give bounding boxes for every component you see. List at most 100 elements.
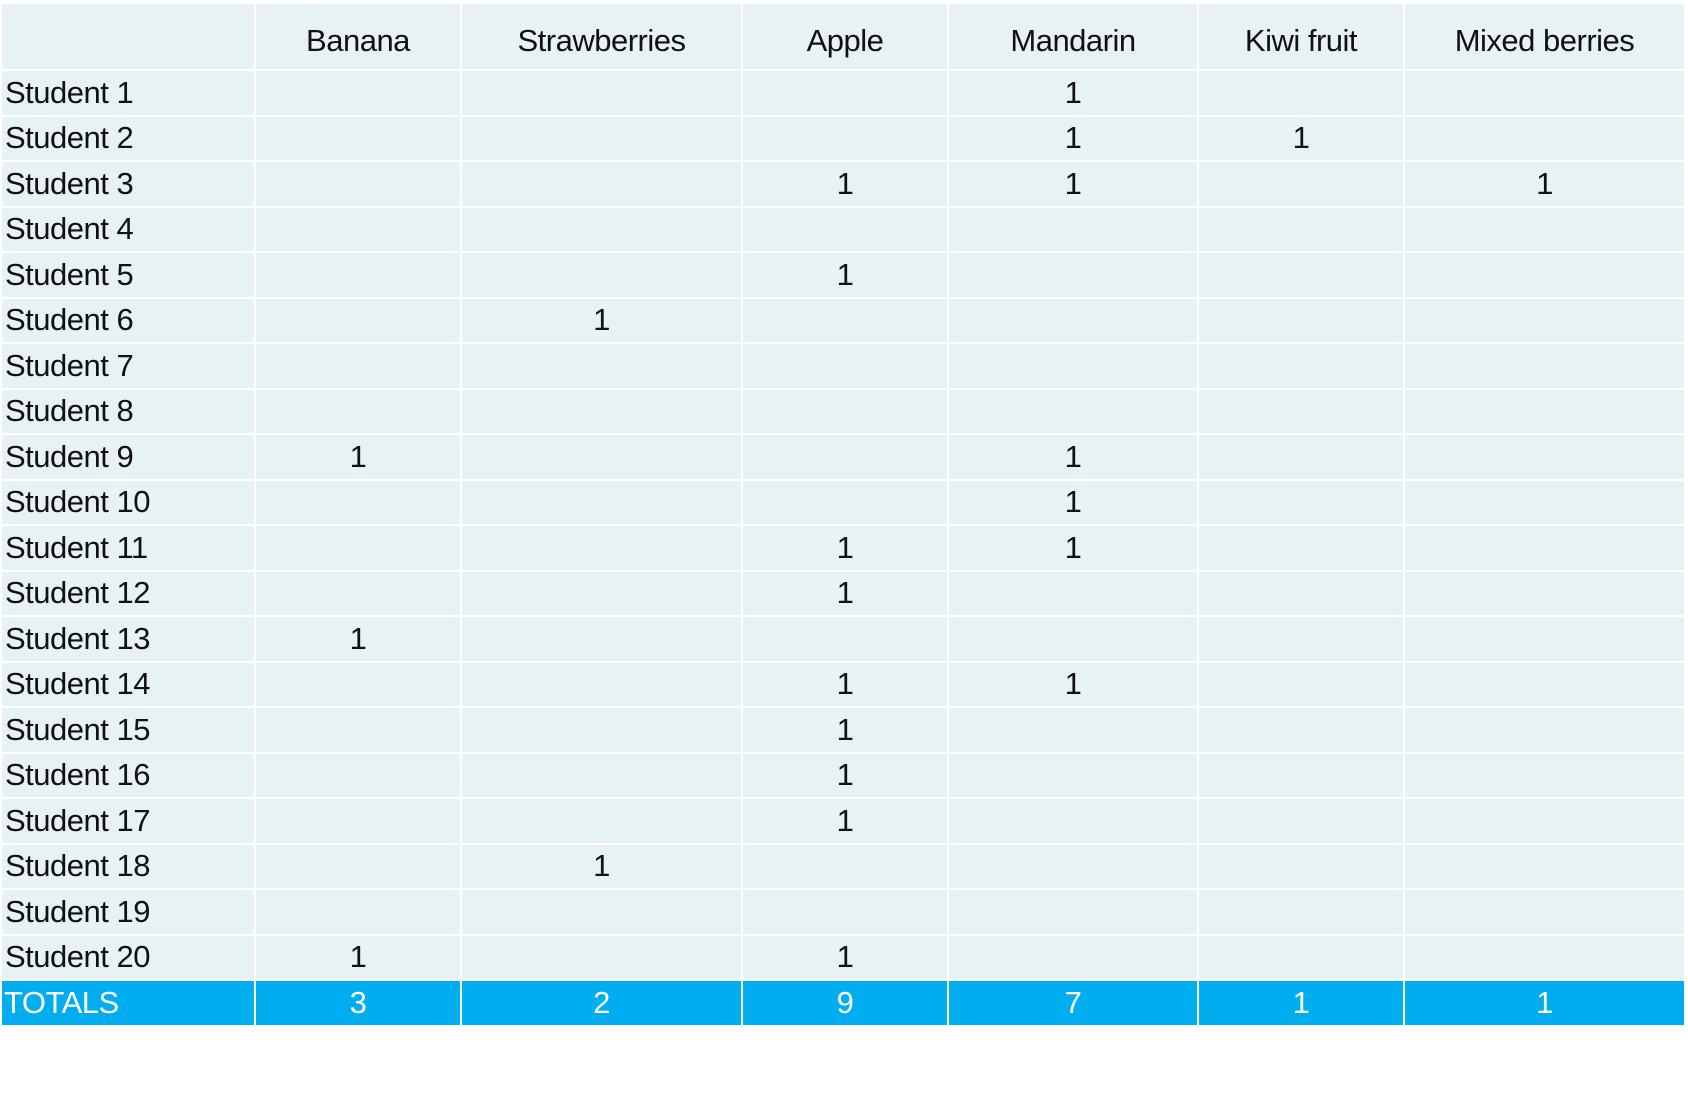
table-row: Student 4 bbox=[1, 207, 1685, 253]
table-row: Student 161 bbox=[1, 753, 1685, 799]
cell-kiwi-fruit bbox=[1198, 616, 1404, 662]
row-label: Student 19 bbox=[1, 889, 255, 935]
cell-banana: 1 bbox=[255, 616, 461, 662]
cell-mandarin: 1 bbox=[948, 480, 1198, 526]
cell-mixed-berries bbox=[1404, 480, 1685, 526]
cell-strawberries bbox=[461, 707, 742, 753]
cell-apple bbox=[742, 298, 948, 344]
cell-apple: 1 bbox=[742, 935, 948, 981]
cell-banana bbox=[255, 389, 461, 435]
cell-mandarin bbox=[948, 343, 1198, 389]
total-strawberries: 2 bbox=[461, 980, 742, 1026]
cell-apple bbox=[742, 116, 948, 162]
table-row: Student 181 bbox=[1, 844, 1685, 890]
total-mixed-berries: 1 bbox=[1404, 980, 1685, 1026]
cell-banana bbox=[255, 707, 461, 753]
cell-strawberries bbox=[461, 161, 742, 207]
cell-strawberries bbox=[461, 252, 742, 298]
cell-apple: 1 bbox=[742, 798, 948, 844]
row-label: Student 3 bbox=[1, 161, 255, 207]
total-mandarin: 7 bbox=[948, 980, 1198, 1026]
cell-banana bbox=[255, 571, 461, 617]
cell-mandarin bbox=[948, 935, 1198, 981]
cell-mixed-berries bbox=[1404, 434, 1685, 480]
cell-mixed-berries bbox=[1404, 252, 1685, 298]
cell-banana bbox=[255, 161, 461, 207]
row-label: Student 15 bbox=[1, 707, 255, 753]
cell-mixed-berries bbox=[1404, 343, 1685, 389]
cell-mandarin bbox=[948, 844, 1198, 890]
cell-mixed-berries bbox=[1404, 571, 1685, 617]
cell-banana bbox=[255, 662, 461, 708]
cell-strawberries bbox=[461, 434, 742, 480]
row-label: Student 4 bbox=[1, 207, 255, 253]
cell-mixed-berries bbox=[1404, 798, 1685, 844]
cell-kiwi-fruit: 1 bbox=[1198, 116, 1404, 162]
row-label: Student 14 bbox=[1, 662, 255, 708]
column-header-mandarin: Mandarin bbox=[948, 3, 1198, 70]
cell-apple: 1 bbox=[742, 252, 948, 298]
header-row: Banana Strawberries Apple Mandarin Kiwi … bbox=[1, 3, 1685, 70]
cell-mixed-berries bbox=[1404, 207, 1685, 253]
cell-kiwi-fruit bbox=[1198, 252, 1404, 298]
table-row: Student 19 bbox=[1, 889, 1685, 935]
cell-strawberries bbox=[461, 753, 742, 799]
cell-strawberries bbox=[461, 935, 742, 981]
table-row: Student 211 bbox=[1, 116, 1685, 162]
cell-mandarin: 1 bbox=[948, 70, 1198, 116]
row-label: Student 6 bbox=[1, 298, 255, 344]
cell-banana bbox=[255, 798, 461, 844]
cell-mandarin bbox=[948, 798, 1198, 844]
cell-mandarin: 1 bbox=[948, 116, 1198, 162]
cell-kiwi-fruit bbox=[1198, 207, 1404, 253]
cell-apple bbox=[742, 434, 948, 480]
total-kiwi-fruit: 1 bbox=[1198, 980, 1404, 1026]
row-label: Student 11 bbox=[1, 525, 255, 571]
cell-kiwi-fruit bbox=[1198, 298, 1404, 344]
cell-mixed-berries bbox=[1404, 753, 1685, 799]
cell-kiwi-fruit bbox=[1198, 161, 1404, 207]
cell-apple bbox=[742, 70, 948, 116]
cell-mandarin bbox=[948, 298, 1198, 344]
cell-mandarin bbox=[948, 389, 1198, 435]
cell-mandarin: 1 bbox=[948, 662, 1198, 708]
cell-mixed-berries: 1 bbox=[1404, 161, 1685, 207]
column-header-banana: Banana bbox=[255, 3, 461, 70]
row-label: Student 10 bbox=[1, 480, 255, 526]
cell-banana bbox=[255, 298, 461, 344]
totals-label: TOTALS bbox=[1, 980, 255, 1026]
cell-kiwi-fruit bbox=[1198, 70, 1404, 116]
row-label: Student 1 bbox=[1, 70, 255, 116]
cell-mixed-berries bbox=[1404, 298, 1685, 344]
cell-banana bbox=[255, 889, 461, 935]
cell-strawberries bbox=[461, 571, 742, 617]
cell-kiwi-fruit bbox=[1198, 798, 1404, 844]
cell-apple: 1 bbox=[742, 753, 948, 799]
row-label: Student 20 bbox=[1, 935, 255, 981]
cell-apple bbox=[742, 844, 948, 890]
cell-kiwi-fruit bbox=[1198, 707, 1404, 753]
cell-mixed-berries bbox=[1404, 935, 1685, 981]
table-row: Student 51 bbox=[1, 252, 1685, 298]
row-label: Student 8 bbox=[1, 389, 255, 435]
cell-strawberries bbox=[461, 207, 742, 253]
cell-banana bbox=[255, 844, 461, 890]
cell-apple: 1 bbox=[742, 571, 948, 617]
cell-kiwi-fruit bbox=[1198, 889, 1404, 935]
cell-mandarin bbox=[948, 889, 1198, 935]
cell-apple: 1 bbox=[742, 525, 948, 571]
total-banana: 3 bbox=[255, 980, 461, 1026]
cell-apple bbox=[742, 480, 948, 526]
cell-kiwi-fruit bbox=[1198, 844, 1404, 890]
cell-banana bbox=[255, 525, 461, 571]
table-row: Student 1111 bbox=[1, 525, 1685, 571]
cell-banana bbox=[255, 252, 461, 298]
cell-banana bbox=[255, 207, 461, 253]
cell-mixed-berries bbox=[1404, 70, 1685, 116]
cell-apple bbox=[742, 343, 948, 389]
cell-banana bbox=[255, 480, 461, 526]
cell-strawberries bbox=[461, 798, 742, 844]
cell-banana: 1 bbox=[255, 935, 461, 981]
cell-kiwi-fruit bbox=[1198, 525, 1404, 571]
cell-mixed-berries bbox=[1404, 116, 1685, 162]
